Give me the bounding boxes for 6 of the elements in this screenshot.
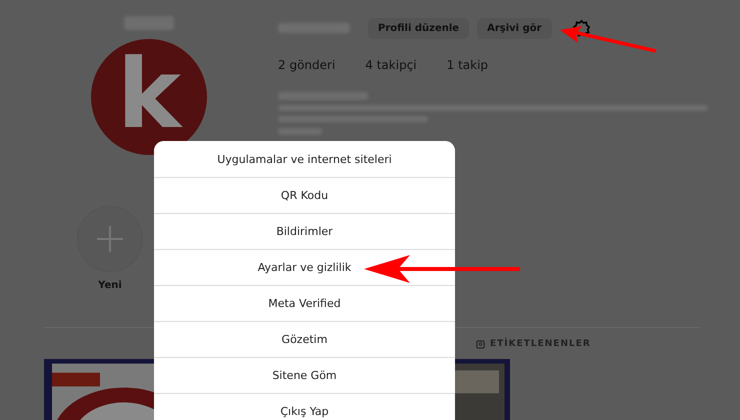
tag-icon: [476, 340, 485, 348]
highlight-label: Yeni: [98, 280, 122, 291]
settings-icon[interactable]: [572, 18, 591, 38]
menu-item[interactable]: Çıkış Yap: [154, 393, 455, 420]
profile-avatar[interactable]: k: [91, 39, 207, 155]
plus-icon: [95, 224, 125, 254]
